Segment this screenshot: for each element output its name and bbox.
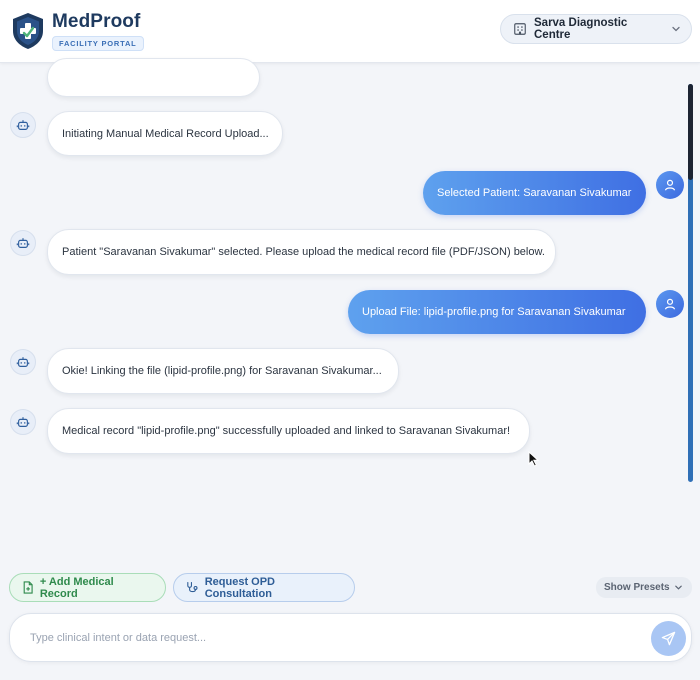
bot-message <box>47 58 260 97</box>
user-message-text: Upload File: lipid-profile.png for Sarav… <box>362 306 626 318</box>
add-medical-record-label: + Add Medical Record <box>39 575 114 600</box>
user-icon <box>664 179 676 191</box>
send-icon <box>661 631 676 646</box>
show-presets-button[interactable]: Show Presets <box>596 577 692 598</box>
user-message: Upload File: lipid-profile.png for Sarav… <box>348 290 646 334</box>
bot-avatar <box>10 349 36 375</box>
user-message-text: Selected Patient: Saravanan Sivakumar <box>437 187 632 199</box>
bot-message: Patient "Saravanan Sivakumar" selected. … <box>47 229 556 275</box>
document-plus-icon <box>23 581 33 594</box>
message-composer <box>9 613 692 662</box>
chevron-down-icon <box>674 585 682 590</box>
app-header: MedProof FACILITY PORTAL Sarva Diagnosti… <box>0 0 700 63</box>
bot-message: Medical record "lipid-profile.png" succe… <box>47 408 530 454</box>
user-avatar <box>656 290 684 318</box>
user-message: Selected Patient: Saravanan Sivakumar <box>423 171 646 215</box>
bot-avatar <box>10 409 36 435</box>
facility-selector[interactable]: Sarva Diagnostic Centre <box>500 14 692 44</box>
bot-message-text: Medical record "lipid-profile.png" succe… <box>62 425 511 437</box>
facility-name: Sarva Diagnostic Centre <box>534 17 628 41</box>
send-button[interactable] <box>651 621 686 656</box>
bot-message: Initiating Manual Medical Record Upload.… <box>47 111 283 156</box>
building-icon <box>514 23 526 35</box>
bot-avatar <box>10 230 36 256</box>
bot-message-text: Patient "Saravanan Sivakumar" selected. … <box>62 246 545 258</box>
bot-message: Okie! Linking the file (lipid-profile.pn… <box>47 348 399 394</box>
bot-message-text: Initiating Manual Medical Record Upload.… <box>62 127 269 140</box>
show-presets-label: Show Presets <box>604 582 670 593</box>
request-opd-consultation-button[interactable]: Request OPD Consultation <box>173 573 355 602</box>
robot-icon <box>16 238 30 248</box>
shield-logo-icon <box>13 13 43 49</box>
chevron-down-icon <box>672 26 680 32</box>
clinical-intent-input[interactable] <box>30 628 630 648</box>
portal-badge: FACILITY PORTAL <box>52 36 144 51</box>
user-avatar <box>656 171 684 199</box>
robot-icon <box>16 120 30 130</box>
app-name: MedProof <box>52 11 141 32</box>
request-opd-consultation-label: Request OPD Consultation <box>204 575 275 600</box>
user-icon <box>664 298 676 310</box>
robot-icon <box>16 417 30 427</box>
add-medical-record-button[interactable]: + Add Medical Record <box>9 573 166 602</box>
bot-avatar <box>10 112 36 138</box>
brand: MedProof FACILITY PORTAL <box>52 11 144 51</box>
mouse-cursor-icon <box>528 451 540 467</box>
robot-icon <box>16 357 30 367</box>
chat-scrollbar-thumb[interactable] <box>688 84 693 180</box>
bot-message-text: Okie! Linking the file (lipid-profile.pn… <box>62 365 382 377</box>
stethoscope-icon <box>187 581 198 593</box>
